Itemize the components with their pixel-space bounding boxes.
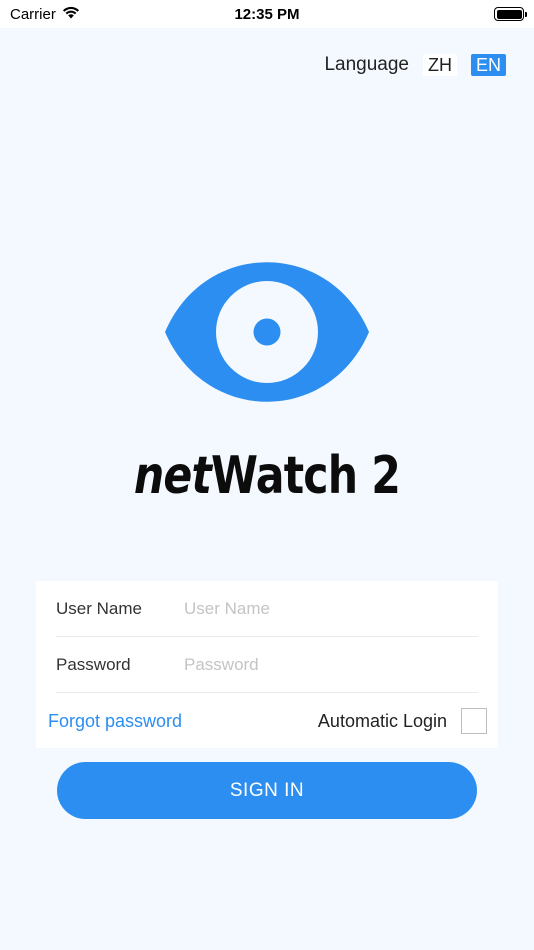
username-label: User Name [56, 598, 142, 618]
sign-in-button[interactable]: SIGN IN [57, 762, 477, 819]
language-option-zh[interactable]: ZH [422, 54, 457, 76]
app-name: netWatch 2 [48, 446, 486, 506]
automatic-login: Automatic Login [318, 708, 487, 734]
app-name-net: net [133, 446, 212, 506]
language-switch: Language ZH EN [324, 54, 506, 76]
options-row: Forgot password Automatic Login [48, 699, 487, 743]
language-label: Language [324, 54, 409, 75]
app-name-watch: Watch 2 [211, 446, 401, 506]
eye-pupil [253, 318, 281, 346]
username-row: User Name [56, 581, 478, 637]
forgot-password-link[interactable]: Forgot password [48, 711, 182, 732]
battery-icon [494, 7, 527, 21]
battery-level [496, 9, 522, 19]
eye-logo-icon [165, 262, 369, 402]
automatic-login-label: Automatic Login [317, 710, 447, 731]
password-input[interactable] [184, 654, 478, 675]
password-row: Password [56, 637, 478, 693]
carrier-label: Carrier [10, 5, 56, 23]
login-form: User Name Password Forgot password Autom… [36, 581, 498, 748]
password-label: Password [56, 654, 131, 674]
wifi-icon [62, 6, 80, 23]
status-bar: Carrier 12:35 PM [0, 0, 534, 28]
status-left: Carrier [10, 6, 80, 23]
status-time: 12:35 PM [234, 5, 300, 23]
language-option-en[interactable]: EN [470, 54, 506, 76]
username-input[interactable] [184, 598, 478, 619]
automatic-login-checkbox[interactable] [461, 708, 487, 734]
